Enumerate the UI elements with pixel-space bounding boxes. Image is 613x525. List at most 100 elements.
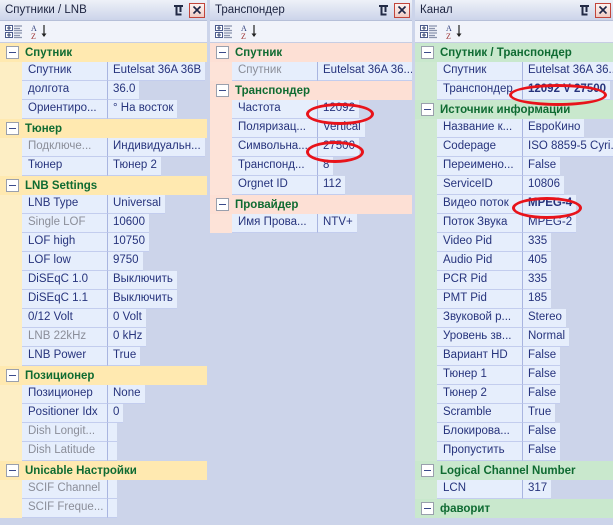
property-row[interactable]: Пропустить False xyxy=(415,442,613,461)
property-row[interactable]: Audio Pid 405 xyxy=(415,252,613,271)
property-value[interactable]: ISO 8859-5 Cyri... xyxy=(523,138,613,157)
property-row[interactable]: Codepage ISO 8859-5 Cyri... xyxy=(415,138,613,157)
collapse-icon[interactable] xyxy=(421,464,434,477)
pin-icon[interactable] xyxy=(577,3,592,18)
property-value[interactable]: Eutelsat 36A 36... xyxy=(523,62,613,81)
category-header[interactable]: Транспондер xyxy=(210,81,412,100)
property-row[interactable]: Блокирова... False xyxy=(415,423,613,442)
property-row[interactable]: LNB Type Universal xyxy=(0,195,207,214)
property-row[interactable]: Вариант HD False xyxy=(415,347,613,366)
property-value[interactable]: 10750 xyxy=(108,233,149,252)
property-value[interactable]: Universal xyxy=(108,195,165,214)
collapse-icon[interactable] xyxy=(6,179,19,192)
category-header[interactable]: Источник информации xyxy=(415,100,613,119)
property-row[interactable]: SCIF Freque... xyxy=(0,499,207,518)
property-value[interactable]: Индивидуальн... xyxy=(108,138,205,157)
property-row[interactable]: Позиционер None xyxy=(0,385,207,404)
property-row[interactable]: DiSEqC 1.0 Выключить xyxy=(0,271,207,290)
property-value[interactable]: False xyxy=(523,442,561,461)
property-value[interactable]: Выключить xyxy=(108,290,177,309)
category-header[interactable]: Unicable Настройки xyxy=(0,461,207,480)
property-row[interactable]: LOF high 10750 xyxy=(0,233,207,252)
property-row[interactable]: LNB 22kHz 0 kHz xyxy=(0,328,207,347)
sort-az-icon[interactable]: A Z xyxy=(30,23,50,41)
property-row[interactable]: Транспонд... 8 xyxy=(210,157,412,176)
property-value[interactable]: 27500 xyxy=(318,138,359,157)
property-row[interactable]: Scramble True xyxy=(415,404,613,423)
collapse-icon[interactable] xyxy=(6,46,19,59)
property-row[interactable]: LNB Power True xyxy=(0,347,207,366)
property-row[interactable]: PMT Pid 185 xyxy=(415,290,613,309)
category-header[interactable]: фаворит xyxy=(415,499,613,518)
property-grid-channel[interactable]: Спутник / Транспондер Спутник Eutelsat 36A… xyxy=(415,43,613,525)
property-value[interactable]: 0 Volt xyxy=(108,309,146,328)
property-value[interactable]: MPEG-4 xyxy=(523,195,577,214)
property-row[interactable]: LOF low 9750 xyxy=(0,252,207,271)
property-row[interactable]: Спутник Eutelsat 36A 36... xyxy=(210,62,412,81)
property-row[interactable]: Видео поток MPEG-4 xyxy=(415,195,613,214)
property-row[interactable]: Подключе... Индивидуальн... xyxy=(0,138,207,157)
property-row[interactable]: Спутник Eutelsat 36A 36... xyxy=(415,62,613,81)
property-value[interactable]: 8 xyxy=(318,157,334,176)
property-value[interactable]: Normal xyxy=(523,328,570,347)
property-value[interactable]: NTV+ xyxy=(318,214,357,233)
categorize-icon[interactable] xyxy=(419,23,439,41)
property-row[interactable]: PCR Pid 335 xyxy=(415,271,613,290)
property-row[interactable]: Название к... ЕвроКино xyxy=(415,119,613,138)
property-value[interactable]: Stereo xyxy=(523,309,566,328)
property-row[interactable]: Символьна... 27500 xyxy=(210,138,412,157)
property-value[interactable]: ЕвроКино xyxy=(523,119,585,138)
close-icon[interactable] xyxy=(394,2,410,18)
property-row[interactable]: Ориентиро... ° На восток xyxy=(0,100,207,119)
category-header[interactable]: LNB Settings xyxy=(0,176,207,195)
property-row[interactable]: Уровень зв... Normal xyxy=(415,328,613,347)
collapse-icon[interactable] xyxy=(6,464,19,477)
collapse-icon[interactable] xyxy=(6,122,19,135)
category-header[interactable]: Спутник xyxy=(0,43,207,62)
property-value[interactable]: False xyxy=(523,423,561,442)
sort-az-icon[interactable]: A Z xyxy=(240,23,260,41)
property-value[interactable]: True xyxy=(108,347,141,366)
property-value[interactable]: 12092 xyxy=(318,100,359,119)
property-row[interactable]: SCIF Channel xyxy=(0,480,207,499)
category-header[interactable]: Logical Channel Number xyxy=(415,461,613,480)
property-value[interactable]: 10806 xyxy=(523,176,564,195)
property-row[interactable]: Single LOF 10600 xyxy=(0,214,207,233)
property-value[interactable]: None xyxy=(108,385,145,404)
collapse-icon[interactable] xyxy=(6,369,19,382)
property-value[interactable]: Выключить xyxy=(108,271,177,290)
property-value[interactable]: False xyxy=(523,385,561,404)
property-value[interactable]: Vertical xyxy=(318,119,365,138)
property-row[interactable]: Частота 12092 xyxy=(210,100,412,119)
collapse-icon[interactable] xyxy=(421,46,434,59)
collapse-icon[interactable] xyxy=(216,198,229,211)
pin-icon[interactable] xyxy=(376,3,391,18)
collapse-icon[interactable] xyxy=(216,84,229,97)
property-row[interactable]: Имя Прова... NTV+ xyxy=(210,214,412,233)
property-row[interactable]: Спутник Eutelsat 36A 36B xyxy=(0,62,207,81)
property-value[interactable] xyxy=(108,442,117,461)
property-value[interactable] xyxy=(108,423,117,442)
property-row[interactable]: Video Pid 335 xyxy=(415,233,613,252)
pin-icon[interactable] xyxy=(171,3,186,18)
property-value[interactable]: 317 xyxy=(523,480,552,499)
property-grid-transponder[interactable]: Спутник Спутник Eutelsat 36A 36... Транспон… xyxy=(210,43,412,525)
collapse-icon[interactable] xyxy=(421,502,434,515)
property-value[interactable]: False xyxy=(523,347,561,366)
property-value[interactable]: 0 xyxy=(108,404,124,423)
close-icon[interactable] xyxy=(189,2,205,18)
property-value[interactable]: 12092 V 27500 xyxy=(523,81,611,100)
property-value[interactable]: True xyxy=(523,404,556,423)
property-value[interactable]: Eutelsat 36A 36... xyxy=(318,62,412,81)
property-value[interactable]: 0 kHz xyxy=(108,328,147,347)
property-value[interactable]: 36.0 xyxy=(108,81,140,100)
property-value[interactable]: 112 xyxy=(318,176,346,195)
property-row[interactable]: Транспондер 12092 V 27500 xyxy=(415,81,613,100)
property-value[interactable]: False xyxy=(523,157,561,176)
property-value[interactable]: Тюнер 2 xyxy=(108,157,161,176)
collapse-icon[interactable] xyxy=(216,46,229,59)
property-value[interactable] xyxy=(108,480,117,499)
category-header[interactable]: Провайдер xyxy=(210,195,412,214)
property-value[interactable]: MPEG-2 xyxy=(523,214,577,233)
property-row[interactable]: долгота 36.0 xyxy=(0,81,207,100)
